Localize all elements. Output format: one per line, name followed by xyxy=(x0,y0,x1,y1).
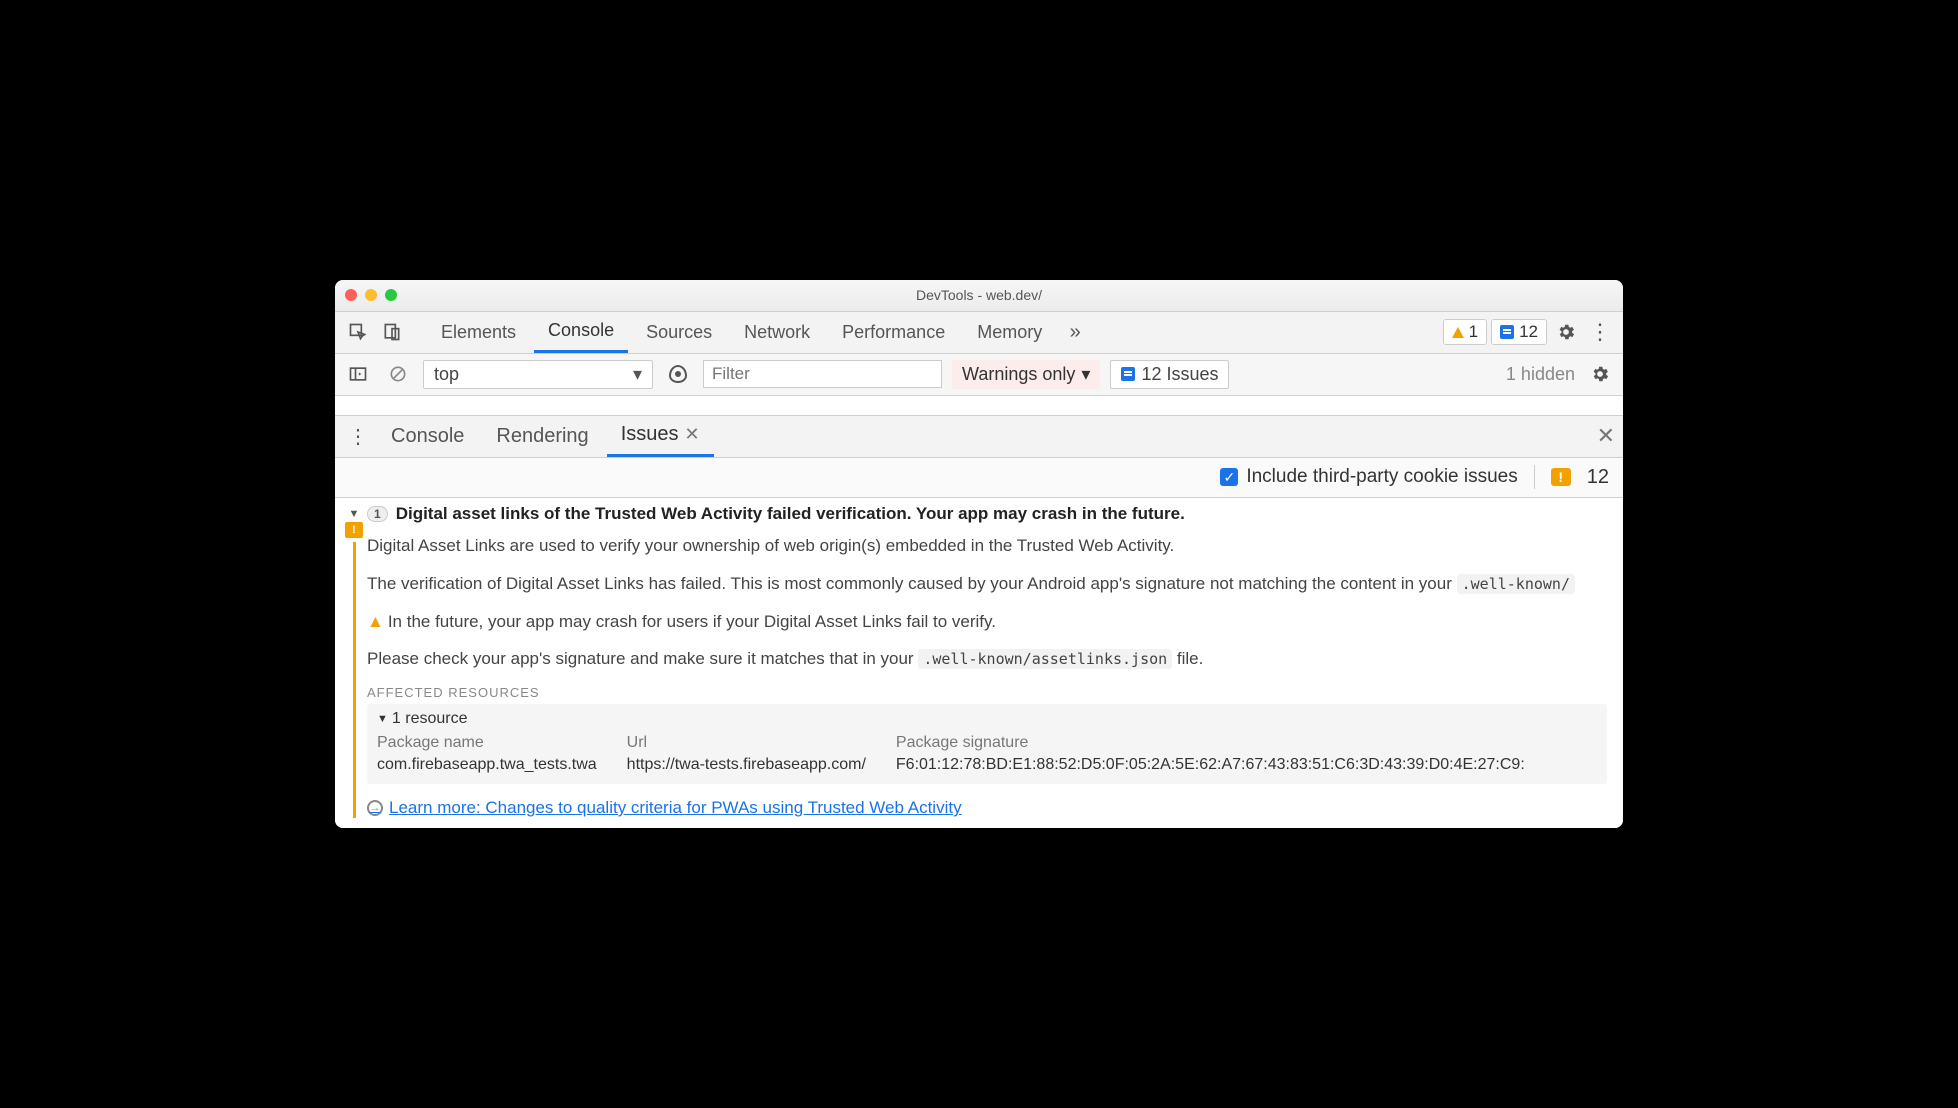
message-icon xyxy=(1121,367,1135,381)
kebab-menu-icon[interactable]: ⋮ xyxy=(1585,317,1615,347)
drawer-tab-strip: ⋮ Console Rendering Issues ✕ ✕ xyxy=(335,416,1623,458)
resource-table: Package name com.firebaseapp.twa_tests.t… xyxy=(377,734,1597,774)
issue-paragraph: The verification of Digital Asset Links … xyxy=(367,572,1607,596)
drawer-kebab-icon[interactable]: ⋮ xyxy=(343,421,373,451)
issue-gutter: ▼ ! xyxy=(341,504,367,818)
resource-toggle[interactable]: ▼ 1 resource xyxy=(377,710,1597,728)
warning-badge-icon: ! xyxy=(1551,468,1571,486)
console-toolbar: top ▾ Warnings only ▾ 12 Issues 1 hidden xyxy=(335,354,1623,396)
col-header: Package name xyxy=(377,734,597,752)
tab-sources[interactable]: Sources xyxy=(632,312,726,353)
console-output-area xyxy=(335,396,1623,416)
affected-resources-heading: Affected Resources xyxy=(367,685,1607,700)
code-path: .well-known/ xyxy=(1457,574,1575,594)
warnings-badge[interactable]: 1 xyxy=(1443,319,1487,345)
learn-more-link[interactable]: → Learn more: Changes to quality criteri… xyxy=(367,798,1607,818)
tab-label: Console xyxy=(391,425,464,448)
issues-count-label: 12 Issues xyxy=(1141,364,1218,385)
col-header: Package signature xyxy=(896,734,1525,752)
warnings-count: 1 xyxy=(1469,322,1478,342)
issues-button[interactable]: 12 Issues xyxy=(1110,360,1229,389)
table-col-signature: Package signature F6:01:12:78:BD:E1:88:5… xyxy=(896,734,1525,774)
affected-resources-box: ▼ 1 resource Package name com.firebaseap… xyxy=(367,704,1607,784)
chevron-down-icon: ▾ xyxy=(1081,364,1090,385)
col-value: https://twa-tests.firebaseapp.com/ xyxy=(627,756,866,774)
divider xyxy=(1534,465,1535,489)
tab-label: Issues xyxy=(621,423,679,446)
occurrence-count: 1 xyxy=(367,506,388,522)
console-settings-icon[interactable] xyxy=(1585,359,1615,389)
drawer-tab-issues[interactable]: Issues ✕ xyxy=(607,416,714,457)
expand-caret-icon[interactable]: ▼ xyxy=(349,508,360,520)
col-value: F6:01:12:78:BD:E1:88:52:D5:0F:05:2A:5E:6… xyxy=(896,756,1525,774)
clear-console-icon[interactable] xyxy=(383,359,413,389)
col-header: Url xyxy=(627,734,866,752)
severity-indicator xyxy=(353,542,356,818)
arrow-circle-icon: → xyxy=(367,800,383,816)
issue-paragraph: ▲In the future, your app may crash for u… xyxy=(367,610,1607,634)
drawer-tab-console[interactable]: Console xyxy=(377,416,478,457)
tab-label: Elements xyxy=(441,322,516,343)
close-tab-icon[interactable]: ✕ xyxy=(685,424,700,445)
context-select[interactable]: top ▾ xyxy=(423,360,653,389)
log-level-select[interactable]: Warnings only ▾ xyxy=(952,360,1100,389)
resource-toggle-label: 1 resource xyxy=(392,710,468,728)
tab-label: Performance xyxy=(842,322,945,343)
messages-badge[interactable]: 12 xyxy=(1491,319,1547,345)
issues-toolbar: ✓ Include third-party cookie issues ! 12 xyxy=(335,458,1623,498)
context-label: top xyxy=(434,364,459,385)
issue-item: ▼ ! 1 Digital asset links of the Trusted… xyxy=(335,498,1623,828)
chevron-down-icon: ▼ xyxy=(377,713,388,725)
text: Please check your app's signature and ma… xyxy=(367,649,918,668)
device-toolbar-icon[interactable] xyxy=(377,317,407,347)
log-level-label: Warnings only xyxy=(962,364,1075,385)
tab-network[interactable]: Network xyxy=(730,312,824,353)
tab-label: Sources xyxy=(646,322,712,343)
hidden-count[interactable]: 1 hidden xyxy=(1506,364,1575,385)
tab-elements[interactable]: Elements xyxy=(427,312,530,353)
warning-inline-icon: ▲ xyxy=(367,612,384,631)
tab-label: Network xyxy=(744,322,810,343)
checkbox-checked-icon: ✓ xyxy=(1220,468,1238,486)
drawer-tab-rendering[interactable]: Rendering xyxy=(482,416,602,457)
tab-memory[interactable]: Memory xyxy=(963,312,1056,353)
tab-performance[interactable]: Performance xyxy=(828,312,959,353)
issue-content: 1 Digital asset links of the Trusted Web… xyxy=(367,504,1623,818)
messages-count: 12 xyxy=(1519,322,1538,342)
issue-paragraph: Digital Asset Links are used to verify y… xyxy=(367,534,1607,558)
text: In the future, your app may crash for us… xyxy=(388,612,996,631)
issue-title: Digital asset links of the Trusted Web A… xyxy=(396,504,1185,524)
filter-input[interactable] xyxy=(703,360,942,388)
close-drawer-icon[interactable]: ✕ xyxy=(1597,423,1615,449)
settings-icon[interactable] xyxy=(1551,317,1581,347)
code-path: .well-known/assetlinks.json xyxy=(918,649,1172,669)
message-icon xyxy=(1500,325,1514,339)
table-col-package: Package name com.firebaseapp.twa_tests.t… xyxy=(377,734,597,774)
titlebar: DevTools - web.dev/ xyxy=(335,280,1623,312)
devtools-window: DevTools - web.dev/ Elements Console Sou… xyxy=(335,280,1623,828)
tab-console[interactable]: Console xyxy=(534,312,628,353)
window-title: DevTools - web.dev/ xyxy=(335,287,1623,303)
issue-title-row[interactable]: 1 Digital asset links of the Trusted Web… xyxy=(367,504,1607,524)
live-expression-icon[interactable] xyxy=(663,359,693,389)
tab-label: Rendering xyxy=(496,425,588,448)
learn-more-label: Learn more: Changes to quality criteria … xyxy=(389,798,962,818)
warning-icon xyxy=(1452,327,1464,338)
warning-icon: ! xyxy=(345,522,363,538)
col-value: com.firebaseapp.twa_tests.twa xyxy=(377,756,597,774)
text: The verification of Digital Asset Links … xyxy=(367,574,1457,593)
tab-label: Console xyxy=(548,320,614,341)
tab-label: Memory xyxy=(977,322,1042,343)
include-3p-checkbox[interactable]: ✓ Include third-party cookie issues xyxy=(1220,466,1517,488)
inspect-element-icon[interactable] xyxy=(343,317,373,347)
console-sidebar-toggle-icon[interactable] xyxy=(343,359,373,389)
main-tab-strip: Elements Console Sources Network Perform… xyxy=(335,312,1623,354)
table-col-url: Url https://twa-tests.firebaseapp.com/ xyxy=(627,734,866,774)
text: file. xyxy=(1172,649,1203,668)
chevron-down-icon: ▾ xyxy=(633,364,642,385)
issues-total-count: 12 xyxy=(1587,466,1609,489)
include-3p-label: Include third-party cookie issues xyxy=(1246,466,1517,488)
more-tabs-icon[interactable]: » xyxy=(1060,317,1090,347)
issue-paragraph: Please check your app's signature and ma… xyxy=(367,647,1607,671)
